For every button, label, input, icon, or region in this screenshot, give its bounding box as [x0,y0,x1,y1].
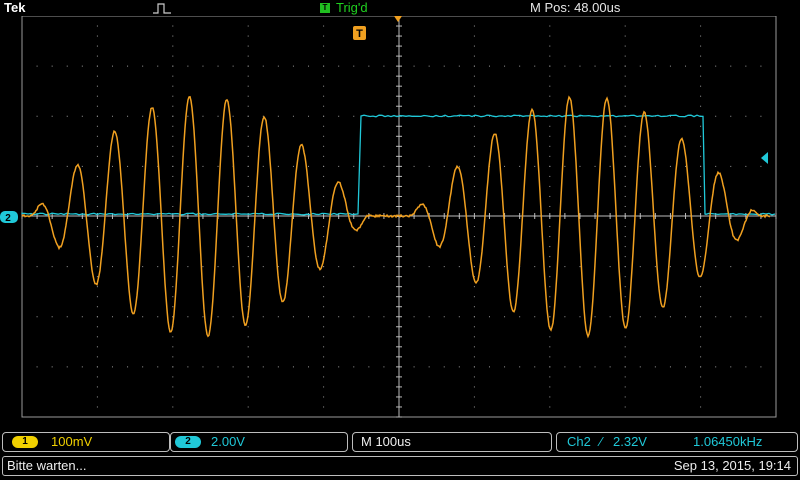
ch1-scale-readout[interactable]: 1 100mV [2,432,170,452]
readout-bar: 1 100mV 2 2.00V M 100us Ch2 ∕ 2.32V 1.06… [0,430,800,480]
trigger-level: 2.32V [613,433,647,451]
trigger-type-icon [152,3,172,14]
ch2-badge: 2 [175,436,201,448]
ch1-badge: 1 [12,436,38,448]
ch1-scale: 100mV [51,433,92,451]
trigger-frequency: 1.06450kHz [693,433,762,451]
brand-logo: Tek [4,0,25,16]
trigger-status-icon: T [320,3,330,13]
trigger-slope-icon: ∕ [600,433,602,451]
status-message: Bitte warten... [7,457,86,475]
horizontal-position-readout[interactable]: M Pos: 48.00us [530,0,620,16]
ch1-waveform [22,97,770,337]
ch2-ground-marker[interactable]: 2 [0,211,18,224]
timebase-readout[interactable]: M 100us [352,432,552,452]
waveform-display[interactable]: T 2 [0,16,800,430]
graticule-grid [22,16,777,418]
trigger-source: Ch2 [567,433,591,451]
timebase: M 100us [361,433,411,451]
graticule: T 2 [0,16,800,430]
date-time: Sep 13, 2015, 19:14 [674,457,791,475]
message-line: Bitte warten... Sep 13, 2015, 19:14 [2,456,798,476]
trigger-status: Trig'd [336,0,368,16]
trigger-position-marker[interactable]: T [353,16,402,40]
trigger-readout[interactable]: Ch2 ∕ 2.32V 1.06450kHz [556,432,798,452]
ch2-scale: 2.00V [211,433,245,451]
svg-text:2: 2 [5,213,11,224]
ch2-scale-readout[interactable]: 2 2.00V [170,432,348,452]
trigger-marker-label: T [356,28,363,40]
status-bar: Tek T Trig'd M Pos: 48.00us [0,0,800,16]
trigger-level-marker[interactable] [761,152,768,164]
